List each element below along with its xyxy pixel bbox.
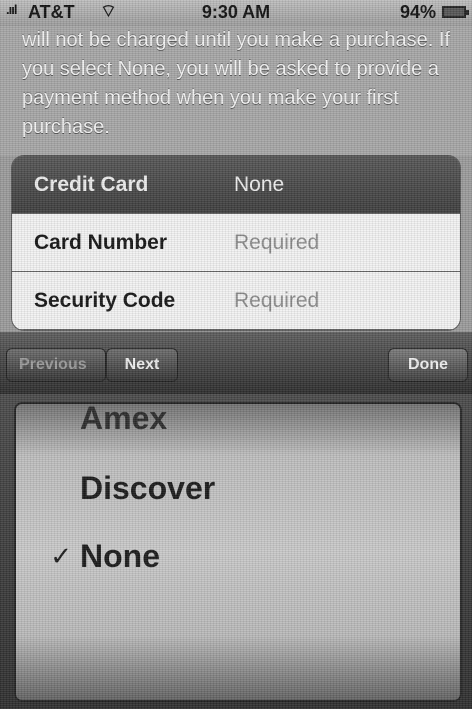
credit-card-row[interactable]: Credit Card None <box>12 156 460 214</box>
card-type-picker[interactable]: Amex Discover ✓ None <box>0 394 472 709</box>
picker-option-label: Discover <box>80 469 216 506</box>
security-code-row[interactable]: Security Code Required <box>12 272 460 330</box>
picker-option-label: Amex <box>80 402 168 436</box>
battery-percent: 94% <box>399 2 436 22</box>
next-button[interactable]: Next <box>106 348 178 382</box>
security-code-field[interactable]: Required <box>216 289 319 313</box>
picker-wheel[interactable]: Amex Discover ✓ None <box>14 402 462 702</box>
battery-icon <box>442 6 469 18</box>
security-code-label: Security Code <box>34 288 176 312</box>
credit-card-value: None <box>234 172 285 196</box>
status-bar: .ııl AT&T ⌔ 9:30 AM 94% <box>0 0 472 26</box>
previous-button[interactable]: Previous <box>6 348 106 382</box>
credit-card-label: Credit Card <box>34 172 149 196</box>
picker-option-discover[interactable]: Discover <box>14 458 462 518</box>
done-button[interactable]: Done <box>388 348 468 382</box>
picker-option-label: None <box>80 537 160 574</box>
picker-option-none[interactable]: ✓ None <box>14 526 462 586</box>
picker-option-amex[interactable]: Amex <box>14 402 462 448</box>
card-number-row[interactable]: Card Number Required <box>12 214 460 272</box>
intro-text: will not be charged until you make a pur… <box>22 29 451 138</box>
checkmark-icon: ✓ <box>50 540 72 571</box>
card-number-label: Card Number <box>34 230 168 254</box>
keyboard-toolbar: Previous Next Done <box>0 332 472 394</box>
card-number-field[interactable]: Required <box>216 231 319 255</box>
intro-section: will not be charged until you make a pur… <box>0 26 472 156</box>
payment-form: Credit Card None Card Number Required Se… <box>12 156 460 330</box>
